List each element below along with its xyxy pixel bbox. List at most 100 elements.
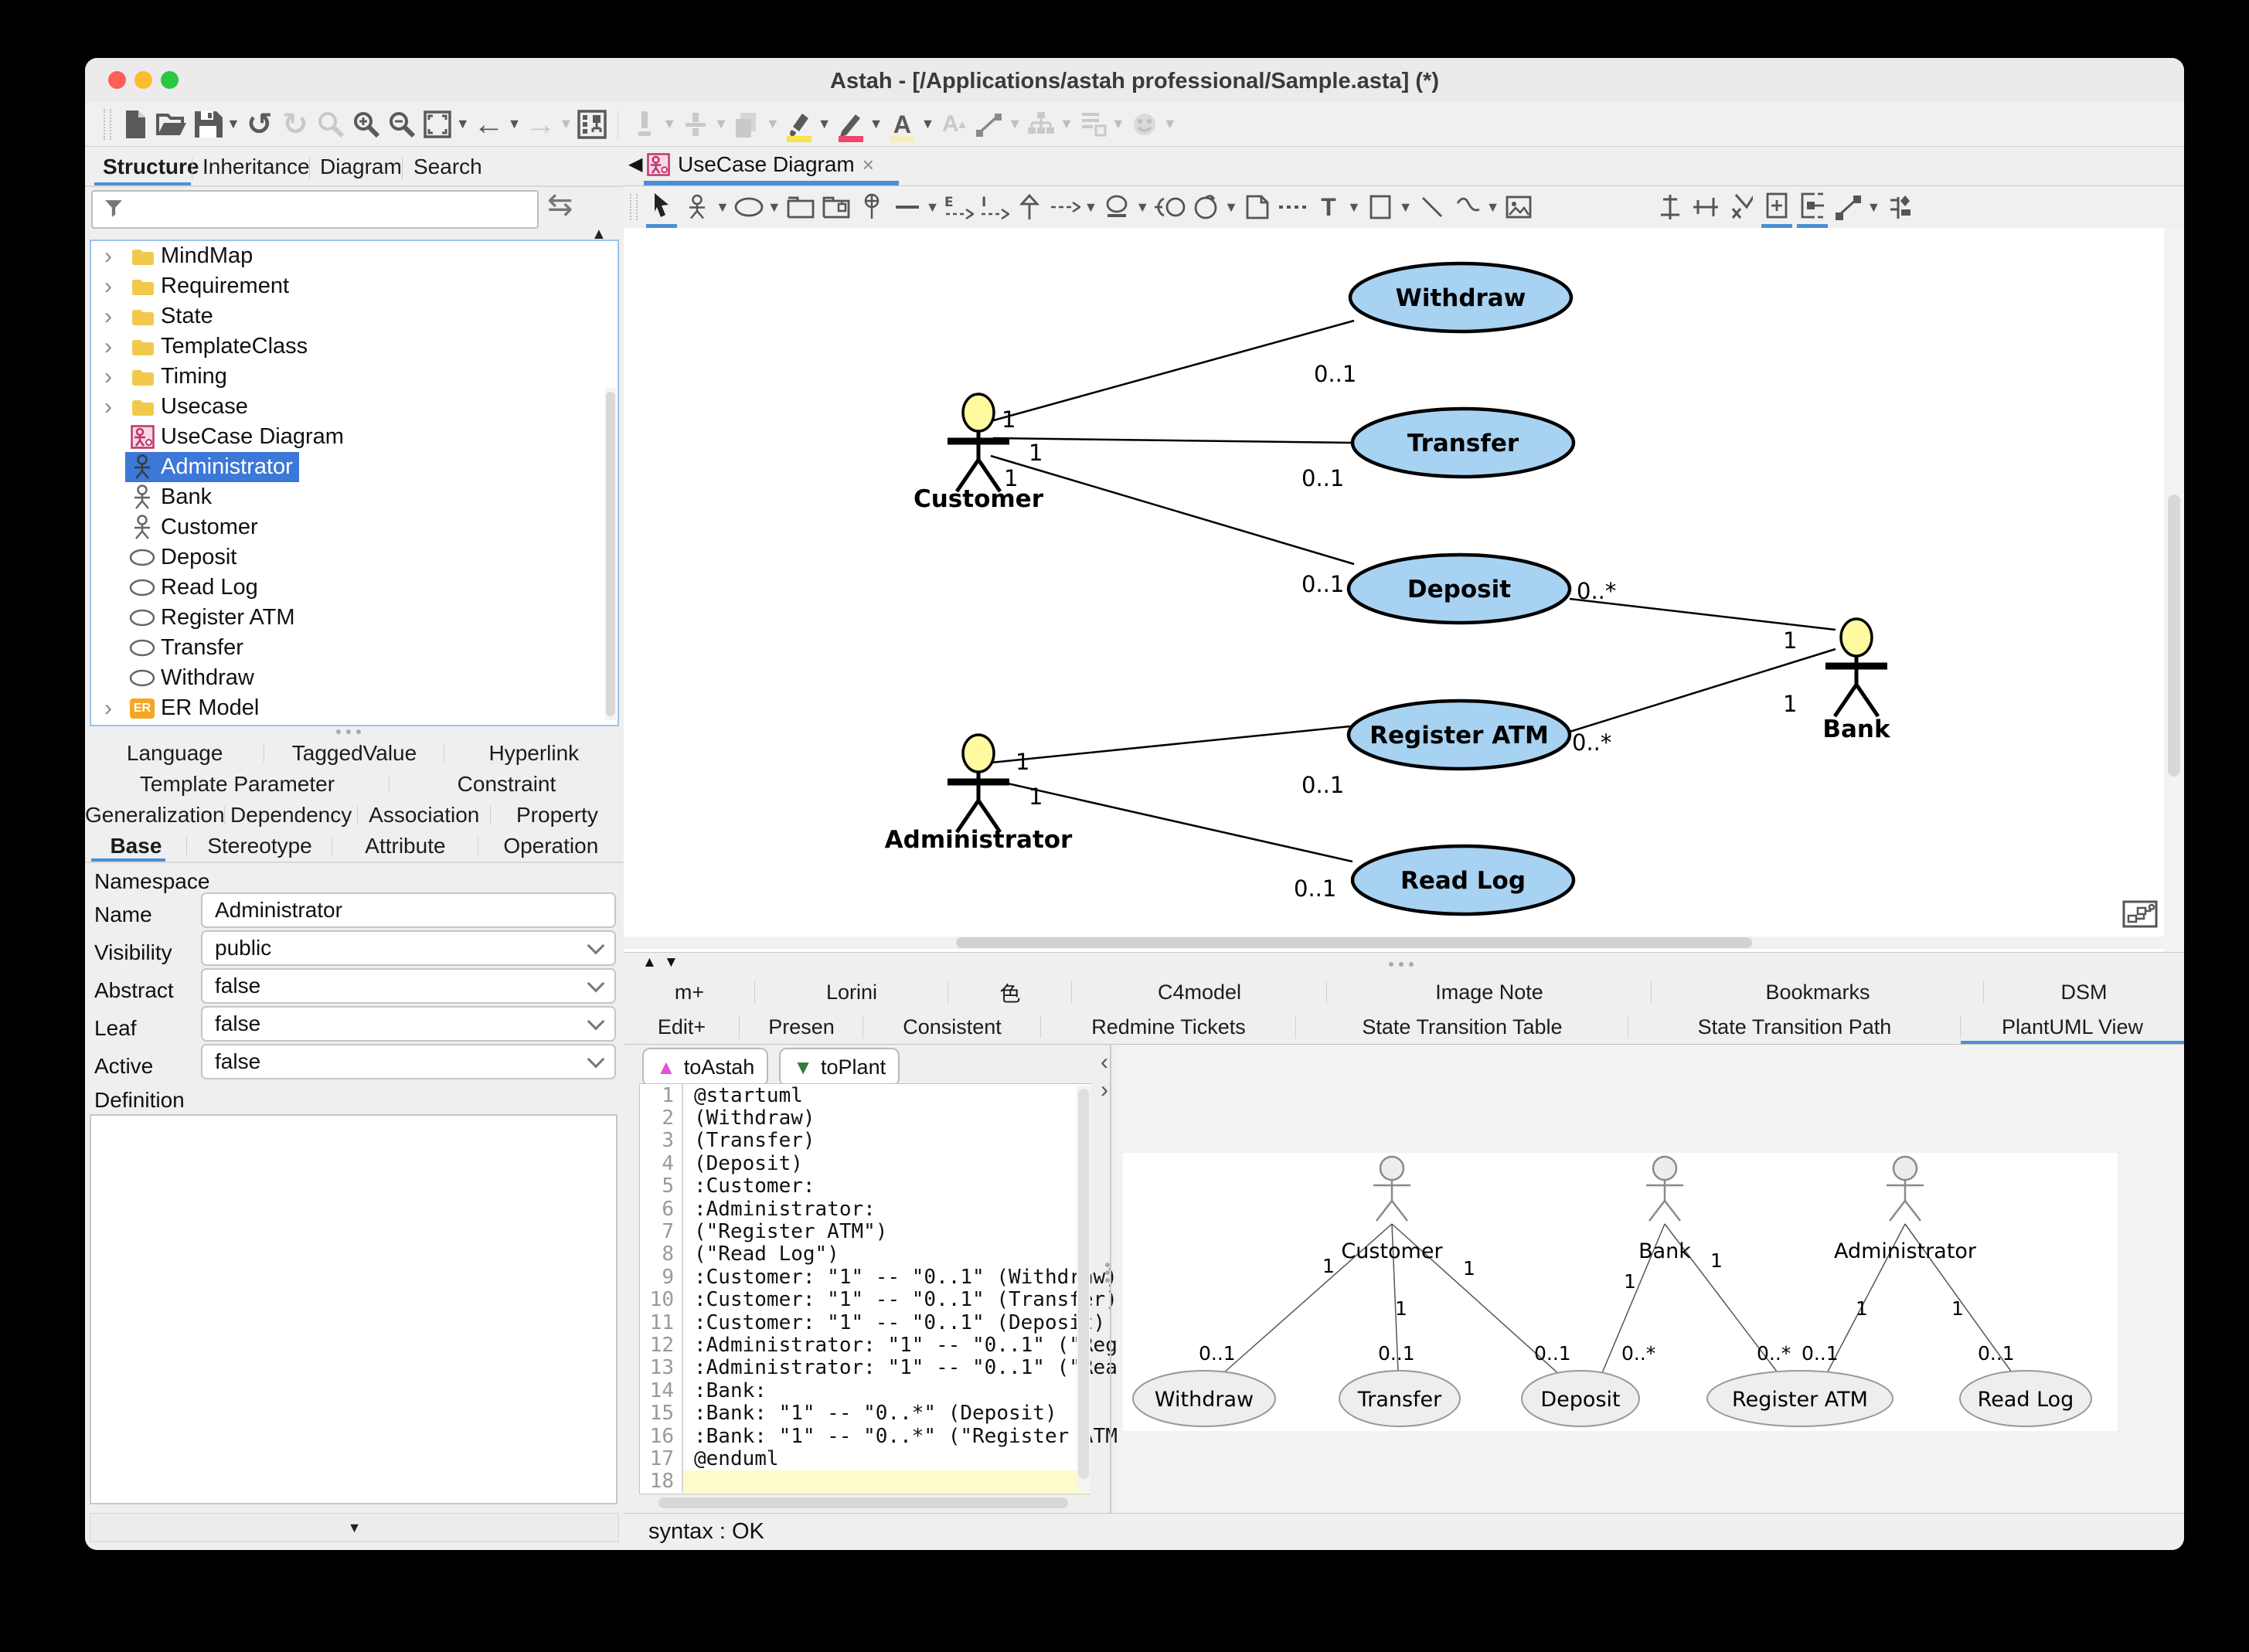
fit-menu-caret[interactable]: ▼ <box>456 116 470 132</box>
btab-bookmarks[interactable]: Bookmarks <box>1652 975 1984 1010</box>
ptab-base[interactable]: Base <box>85 831 187 862</box>
ptab-operation[interactable]: Operation <box>478 831 624 862</box>
select-tool-icon[interactable] <box>646 187 677 228</box>
tree-item-timing[interactable]: ›Timing <box>91 362 618 392</box>
package-tool-icon[interactable] <box>785 189 816 226</box>
tree-item-withdraw[interactable]: Withdraw <box>91 663 618 693</box>
editor-preview-splitter[interactable] <box>1110 1045 1111 1513</box>
tree-item-deposit[interactable]: Deposit <box>91 542 618 573</box>
editor-expand-right-icon[interactable]: › <box>1101 1077 1108 1103</box>
canvas-h-scrollbar[interactable] <box>624 936 2164 949</box>
zoom-in-icon[interactable] <box>351 106 382 143</box>
ptab-association[interactable]: Association <box>358 800 491 831</box>
collapse-down-icon[interactable]: ▼ <box>664 954 679 971</box>
forward-menu-caret[interactable]: ▼ <box>559 116 573 132</box>
ptab-attribute[interactable]: Attribute <box>332 831 478 862</box>
name-field[interactable] <box>201 892 616 928</box>
association-tool-icon[interactable] <box>892 189 923 226</box>
usecase-canvas[interactable]: Withdraw Transfer Deposit Register ATM R… <box>624 228 2164 952</box>
text-tool-icon[interactable]: T <box>1313 189 1344 226</box>
tree-item-requirement[interactable]: ›Requirement <box>91 271 618 301</box>
tree-item-read-log[interactable]: Read Log <box>91 573 618 603</box>
tree-item-mindmap[interactable]: ›MindMap <box>91 241 618 271</box>
constraint-tool-icon[interactable] <box>1278 189 1308 226</box>
business-usecase-tool-icon[interactable] <box>1101 189 1132 226</box>
collapse-left-icon[interactable]: ◀ <box>628 153 642 175</box>
line-color-icon[interactable] <box>835 106 866 143</box>
btab-dsm[interactable]: DSM <box>1984 975 2184 1010</box>
save-menu-caret[interactable]: ▼ <box>226 116 240 132</box>
zoom-original-icon[interactable] <box>315 106 346 143</box>
align-horizontal-icon[interactable] <box>680 106 711 143</box>
align-vertical-icon[interactable] <box>628 106 659 143</box>
zoom-pointer-icon[interactable] <box>1726 189 1757 226</box>
tree-item-customer[interactable]: Customer <box>91 512 618 542</box>
fill-color-icon[interactable] <box>784 106 815 143</box>
visibility-select[interactable]: public <box>201 930 616 966</box>
tree-item-state[interactable]: ›State <box>91 301 618 331</box>
forward-icon[interactable]: → <box>525 106 556 143</box>
subsystem-tool-icon[interactable] <box>821 189 852 226</box>
panel-splitter-grip[interactable] <box>336 729 361 734</box>
ball-socket-tool-icon[interactable] <box>1153 189 1186 226</box>
freehand-tool-icon[interactable] <box>1452 189 1483 226</box>
expand-up-icon[interactable]: ▲ <box>642 954 657 971</box>
back-menu-caret[interactable]: ▼ <box>508 116 522 132</box>
tree-item-templateclass[interactable]: ›TemplateClass <box>91 331 618 362</box>
distribute-vertical-icon[interactable] <box>1655 189 1686 226</box>
plantuml-editor[interactable]: 1@startuml 2(Withdraw) 3(Transfer) 4(Dep… <box>639 1083 1090 1494</box>
btab-m-plus[interactable]: m+ <box>624 975 755 1010</box>
ptab-property[interactable]: Property <box>491 800 624 831</box>
zoom-out-icon[interactable] <box>386 106 417 143</box>
btab-image-note[interactable]: Image Note <box>1327 975 1652 1010</box>
tree-item-er-model[interactable]: ›ERER Model <box>91 693 618 723</box>
structure-tree[interactable]: ›MindMap ›Requirement ›State ›TemplateCl… <box>90 240 619 726</box>
title-bar[interactable]: Astah - [/Applications/astah professiona… <box>85 58 2184 103</box>
tree-item-usecase-folder[interactable]: ›Usecase <box>91 392 618 422</box>
emoticon-icon[interactable] <box>1129 106 1160 143</box>
connector-style-icon[interactable] <box>974 106 1005 143</box>
line-style-icon[interactable] <box>1832 189 1863 226</box>
btab-state-transition-table[interactable]: State Transition Table <box>1296 1010 1628 1045</box>
include-tool-icon[interactable]: I <box>978 189 1009 226</box>
definition-textarea[interactable] <box>90 1114 618 1504</box>
btab-c4model[interactable]: C4model <box>1072 975 1327 1010</box>
btab-color[interactable]: 色 <box>948 975 1072 1010</box>
ptab-dependency[interactable]: Dependency <box>225 800 358 831</box>
list-view-icon[interactable] <box>1077 106 1108 143</box>
to-astah-button[interactable]: ▲toAstah <box>642 1048 768 1086</box>
rectangle-tool-icon[interactable] <box>1365 189 1396 226</box>
toolbar-grip[interactable] <box>104 109 111 140</box>
open-file-icon[interactable] <box>155 106 188 143</box>
tree-scrollbar[interactable] <box>605 388 616 720</box>
ptab-constraint[interactable]: Constraint <box>390 769 624 800</box>
note-tool-icon[interactable] <box>1242 189 1273 226</box>
btab-presen[interactable]: Presen <box>740 1010 863 1045</box>
editor-h-scrollbar[interactable] <box>639 1496 1090 1510</box>
tab-usecase-diagram[interactable]: UseCase Diagram × <box>647 147 874 182</box>
usecase-node-transfer[interactable]: Transfer <box>1352 409 1574 477</box>
actor-node-bank[interactable] <box>1825 619 1887 716</box>
splitter-grip-dots[interactable] <box>1105 1259 1110 1286</box>
tree-item-bank[interactable]: Bank <box>91 482 618 512</box>
usecase-tool-icon[interactable] <box>733 189 764 226</box>
diagram-elements-icon[interactable] <box>577 106 607 143</box>
tab-inheritance[interactable]: Inheritance <box>202 155 310 179</box>
dependency-tool-icon[interactable] <box>1050 189 1080 226</box>
tree-item-transfer[interactable]: Transfer <box>91 633 618 663</box>
tree-item-register-atm[interactable]: Register ATM <box>91 603 618 633</box>
new-file-icon[interactable] <box>120 106 151 143</box>
close-tab-icon[interactable]: × <box>863 153 874 177</box>
line-tool-icon[interactable] <box>1417 189 1448 226</box>
btab-consistent[interactable]: Consistent <box>863 1010 1041 1045</box>
ptab-taggedvalue[interactable]: TaggedValue <box>264 738 444 769</box>
usecase-node-deposit[interactable]: Deposit <box>1349 555 1570 623</box>
extend-tool-icon[interactable]: E <box>943 189 974 226</box>
active-select[interactable]: false <box>201 1044 616 1079</box>
image-tool-icon[interactable] <box>1503 189 1534 226</box>
tab-structure[interactable]: Structure <box>103 155 199 179</box>
ptab-stereotype[interactable]: Stereotype <box>187 831 332 862</box>
edit-frame-icon[interactable] <box>1797 187 1828 228</box>
add-frame-icon[interactable] <box>1761 187 1792 228</box>
generalization-tool-icon[interactable] <box>1014 189 1045 226</box>
